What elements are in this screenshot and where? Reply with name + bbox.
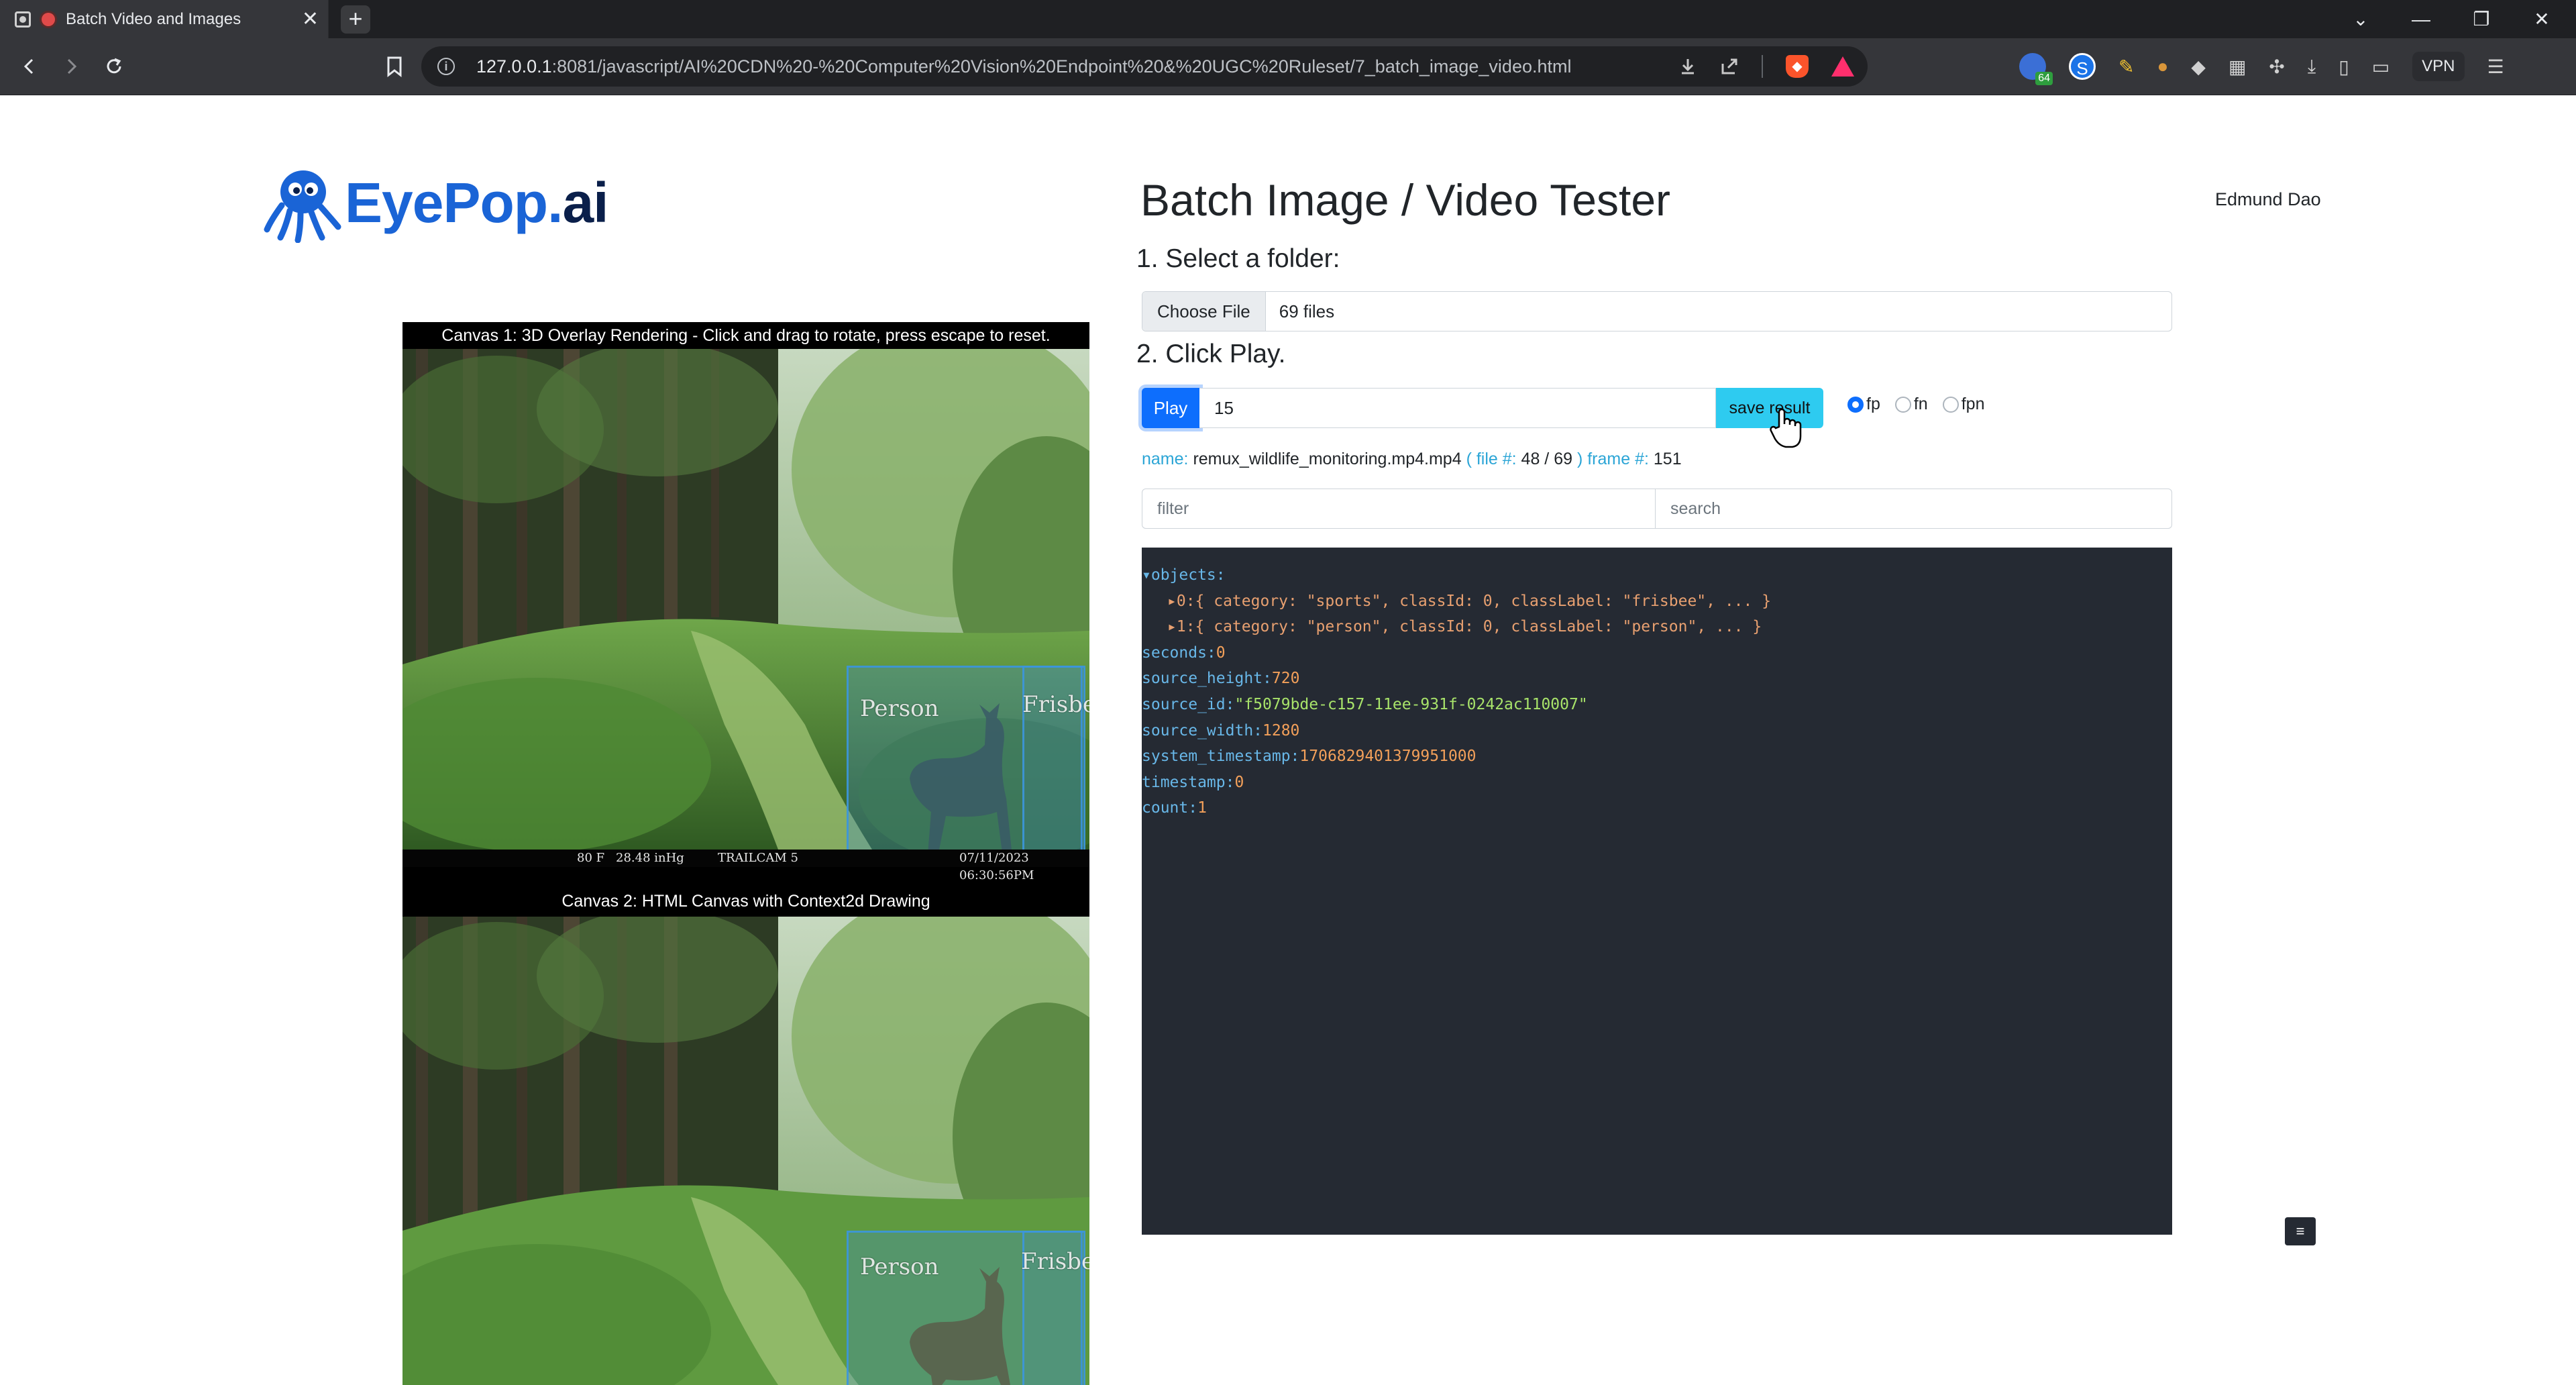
separator [1762,55,1763,78]
radio-fn-label: fn [1913,395,1928,413]
tab-search-button[interactable]: ⌄ [2330,0,2391,38]
json-field-timestamp: timestamp:0 [1142,773,1244,791]
play-button[interactable]: Play [1142,388,1199,428]
minimize-button[interactable]: — [2391,0,2451,38]
canvas2-caption: Canvas 2: HTML Canvas with Context2d Dra… [402,891,1089,917]
forward-arrow-icon [67,58,77,74]
page-title: Batch Image / Video Tester [1140,175,1671,225]
file-number-key: ( file #: [1466,450,1517,468]
brave-shields-icon[interactable]: ◆ [1786,55,1809,78]
step2-label: 2. Click Play. [1136,340,1286,368]
current-file-info: name: remux_wildlife_monitoring.mp4.mp4 … [1142,450,1682,469]
extension-cookie-icon[interactable]: ● [2157,56,2168,77]
browser-tabstrip: Batch Video and Images ✕ + ⌄ — ❐ ✕ [0,0,2576,38]
downloads-icon[interactable]: ⤓ [2308,56,2316,78]
search-input[interactable]: search [1656,489,2172,529]
url-text: 127.0.0.1:8081/javascript/AI%20CDN%20-%2… [476,56,1572,76]
site-info-icon[interactable]: i [437,58,455,75]
page: EyePop.ai Batch Image / Video Tester Edm… [0,95,2576,1385]
reload-button[interactable] [95,48,133,85]
recording-indicator-icon [42,12,55,26]
filter-input[interactable]: filter [1142,489,1656,529]
json-field-source-id: source_id:"f5079bde-c157-11ee-931f-0242a… [1142,695,1588,713]
json-field-source-width: source_width:1280 [1142,721,1300,739]
folder-file-input[interactable]: Choose File 69 files [1142,291,2172,331]
file-count-status: 69 files [1279,301,1335,321]
radio-fpn[interactable] [1942,396,1959,413]
json-field-source-height: source_height:720 [1142,670,1300,688]
address-bar[interactable]: i 127.0.0.1:8081/javascript/AI%20CDN%20-… [421,46,1868,87]
file-name-value: remux_wildlife_monitoring.mp4.mp4 [1193,450,1462,468]
logo-wordmark: EyePop.ai [345,170,609,234]
reload-icon [107,58,121,74]
share-icon[interactable] [1720,57,1739,76]
frisbee-label-2: Frisbee [1021,1248,1089,1275]
sidebar-toggle-icon[interactable]: ▯ [2339,56,2349,78]
trailcam-stamp: 80 F 28.48 inHg TRAILCAM 5 07/11/2023 06… [402,850,1089,882]
tab-favicon-icon [15,11,31,28]
extension-badge-count: 64 [2035,72,2053,85]
file-number-value: 48 / 69 [1521,450,1572,468]
radio-fp[interactable] [1847,396,1864,413]
file-number-close: ) [1576,450,1583,468]
back-button[interactable] [11,48,48,85]
radio-fp-label: fp [1866,395,1880,413]
hand-cursor-icon [1770,408,1802,448]
bookmark-button[interactable] [376,48,413,85]
octopus-logo-icon [264,170,341,243]
canvas-2d-drawing[interactable]: Canvas 2: HTML Canvas with Context2d Dra… [402,891,1089,1385]
json-object-0[interactable]: ▸0:{ category: "sports", classId: 0, cla… [1142,588,2172,615]
browser-tab-active[interactable]: Batch Video and Images ✕ [0,0,329,38]
extension-keyboard-icon[interactable]: ▦ [2229,56,2246,78]
extension-puzzle-gray-icon[interactable]: ◆ [2191,56,2206,78]
result-type-radio-group: fp fn fpn [1847,395,1999,414]
frisbee-label: Frisbee [1022,691,1089,718]
radio-fpn-label: fpn [1961,395,1985,413]
extension-s-icon[interactable]: S [2069,53,2096,80]
step1-label: 1. Select a folder: [1136,244,1340,273]
stamp-pressure: 28.48 inHg [616,851,684,865]
choose-file-button[interactable]: Choose File [1142,292,1266,331]
wallet-icon[interactable]: ▭ [2372,56,2390,78]
radio-fn[interactable] [1894,396,1911,413]
json-objects-key[interactable]: ▾objects: [1142,562,2172,588]
stamp-camera: TRAILCAM 5 [718,851,798,865]
person-label: Person [860,695,939,722]
json-field-system-timestamp: system_timestamp:1706829401379951000 [1142,748,1477,766]
bookmark-icon [387,56,402,78]
menu-icon[interactable]: ☰ [2487,56,2504,78]
back-arrow-icon [23,58,34,74]
forward-button[interactable] [52,48,90,85]
close-window-button[interactable]: ✕ [2512,0,2572,38]
person-label-2: Person [860,1253,939,1280]
json-field-count: count:1 [1142,799,1207,817]
tab-close-icon[interactable]: ✕ [302,7,319,31]
browser-toolbar: i 127.0.0.1:8081/javascript/AI%20CDN%20-… [0,38,2576,95]
stamp-datetime: 07/11/2023 06:30:56PM [959,851,1034,882]
restore-button[interactable]: ❐ [2451,0,2512,38]
frame-number-value: 151 [1653,450,1682,468]
json-result-viewer: ▾objects: ▸0:{ category: "sports", class… [1142,548,2172,1235]
new-tab-button[interactable]: + [341,5,370,34]
name-key: name: [1142,450,1189,468]
canvas1-caption: Canvas 1: 3D Overlay Rendering - Click a… [402,322,1089,349]
stamp-temperature: 80 F [577,851,605,865]
extensions-puzzle-icon[interactable]: ✣ [2269,56,2284,78]
vpn-label: VPN [2422,57,2455,75]
frame-rate-input[interactable]: 15 [1199,388,1716,428]
eyepop-logo: EyePop.ai [262,162,609,243]
download-icon[interactable] [1678,57,1697,76]
brave-rewards-icon[interactable] [1831,56,1854,76]
extensions-row: 64 S ✎ ● ◆ ▦ ✣ ⤓ ▯ ▭ VPN ☰ [2019,48,2504,85]
vpn-button[interactable]: VPN [2412,52,2465,81]
json-object-1[interactable]: ▸1:{ category: "person", classId: 0, cla… [1142,614,2172,640]
extension-pen-icon[interactable]: ✎ [2118,56,2134,78]
user-name[interactable]: Edmund Dao [2215,189,2321,210]
toggle-panel-button[interactable]: ≡ [2285,1217,2316,1245]
extension-badge-icon[interactable]: 64 [2019,53,2053,85]
tab-title: Batch Video and Images [66,9,241,28]
canvas-3d-overlay[interactable]: Canvas 1: 3D Overlay Rendering - Click a… [402,322,1089,891]
frame-number-key: frame #: [1587,450,1649,468]
json-field-seconds: seconds:0 [1142,644,1226,662]
